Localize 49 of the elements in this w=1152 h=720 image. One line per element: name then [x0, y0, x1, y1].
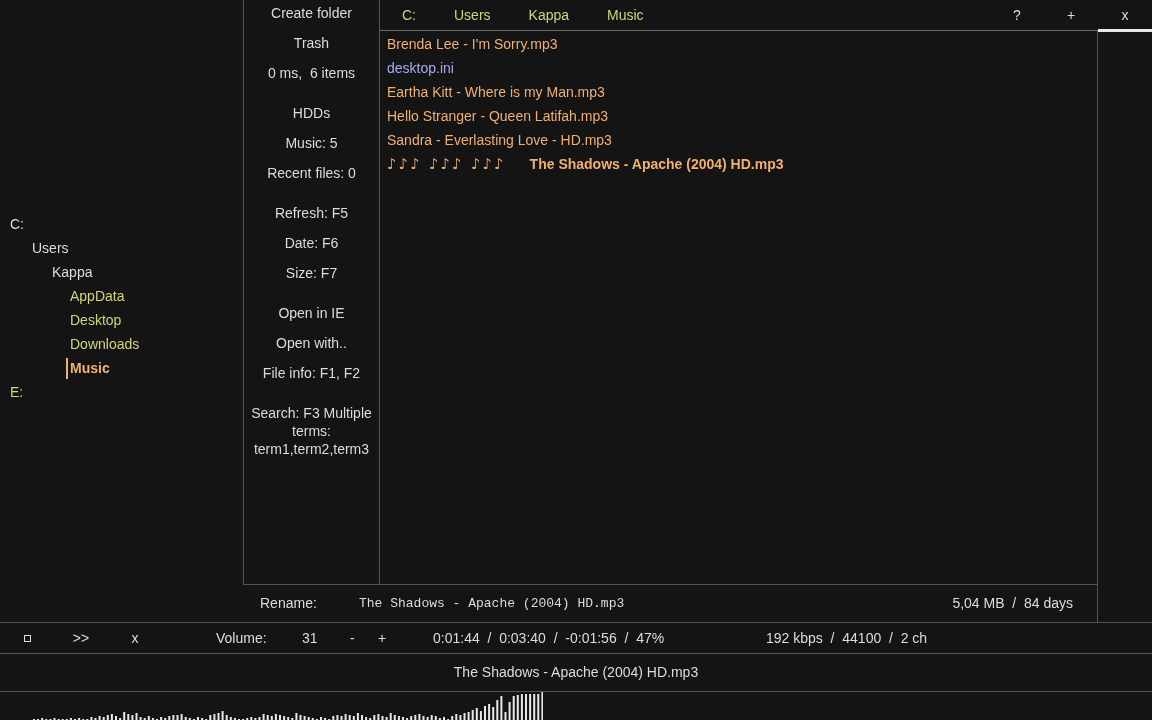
file-item[interactable]: Brenda Lee - I'm Sorry.mp3	[387, 33, 558, 55]
file-item[interactable]: Eartha Kitt - Where is my Man.mp3	[387, 81, 605, 103]
action-label[interactable]: Date: F6	[282, 234, 341, 252]
music-notes: ♪♪♪ ♪♪♪ ♪♪♪	[387, 153, 506, 175]
tree-item[interactable]: E:	[10, 381, 24, 403]
stream-info: 192 kbps / 44100 / 2 ch	[766, 628, 928, 648]
volume-label: Volume:	[216, 628, 268, 648]
breadcrumb-item[interactable]: Users	[452, 4, 493, 26]
volume-button[interactable]: +	[378, 623, 406, 653]
volume-button[interactable]: -	[350, 623, 378, 653]
tree-item[interactable]: Desktop	[66, 309, 122, 331]
scrollbar-thumb[interactable]	[1098, 29, 1152, 32]
breadcrumb-item[interactable]: Music	[605, 4, 646, 26]
stop-icon	[23, 634, 31, 642]
action-label[interactable]: Music: 5	[283, 134, 340, 152]
toolbar-button[interactable]: ?	[990, 0, 1044, 31]
tree-item[interactable]: Users	[32, 237, 69, 259]
tree-item[interactable]: AppData	[66, 285, 125, 307]
file-item[interactable]: Hello Stranger - Queen Latifah.mp3	[387, 105, 608, 127]
file-item[interactable]: desktop.ini	[387, 57, 454, 79]
tree-item[interactable]: Music	[66, 357, 110, 379]
rename-label: Rename:	[260, 594, 318, 613]
action-label[interactable]: 0 ms, 6 items	[265, 64, 358, 82]
action-label[interactable]: Trash	[291, 34, 332, 52]
toolbar-button[interactable]: +	[1044, 0, 1098, 31]
action-label[interactable]: Open with..	[274, 334, 349, 352]
player-button[interactable]: x	[108, 623, 162, 653]
file-item[interactable]: The Shadows - Apache (2004) HD.mp3	[529, 153, 784, 175]
action-label[interactable]: Recent files: 0	[265, 164, 358, 182]
rename-field[interactable]: The Shadows - Apache (2004) HD.mp3	[356, 593, 953, 614]
now-playing-title: The Shadows - Apache (2004) HD.mp3	[453, 663, 699, 682]
playback-time: 0:01:44 / 0:03:40 / -0:01:56 / 47%	[433, 628, 666, 648]
action-label[interactable]: Open in IE	[276, 304, 347, 322]
action-label[interactable]: Create folder	[269, 4, 354, 22]
toolbar-button[interactable]: x	[1098, 0, 1152, 31]
action-label[interactable]: File info: F1, F2	[260, 364, 363, 382]
tree-item[interactable]: Kappa	[52, 261, 93, 283]
breadcrumb-item[interactable]: C:	[400, 4, 418, 26]
tree-item[interactable]: C:	[10, 213, 24, 235]
action-label[interactable]: Size: F7	[283, 264, 340, 282]
action-label[interactable]: Search: F3 Multiple terms: term1,term2,term3	[244, 404, 379, 458]
breadcrumb-item[interactable]: Kappa	[526, 4, 572, 26]
player-button[interactable]: >>	[54, 623, 108, 653]
volume-value: 31	[302, 628, 319, 648]
tree-item[interactable]: Downloads	[66, 333, 140, 355]
action-label[interactable]: Refresh: F5	[272, 204, 351, 222]
file-info: 5,04 MB / 84 days	[952, 594, 1073, 613]
action-label[interactable]: HDDs	[290, 104, 333, 122]
file-item[interactable]: Sandra - Everlasting Love - HD.mp3	[387, 129, 612, 151]
